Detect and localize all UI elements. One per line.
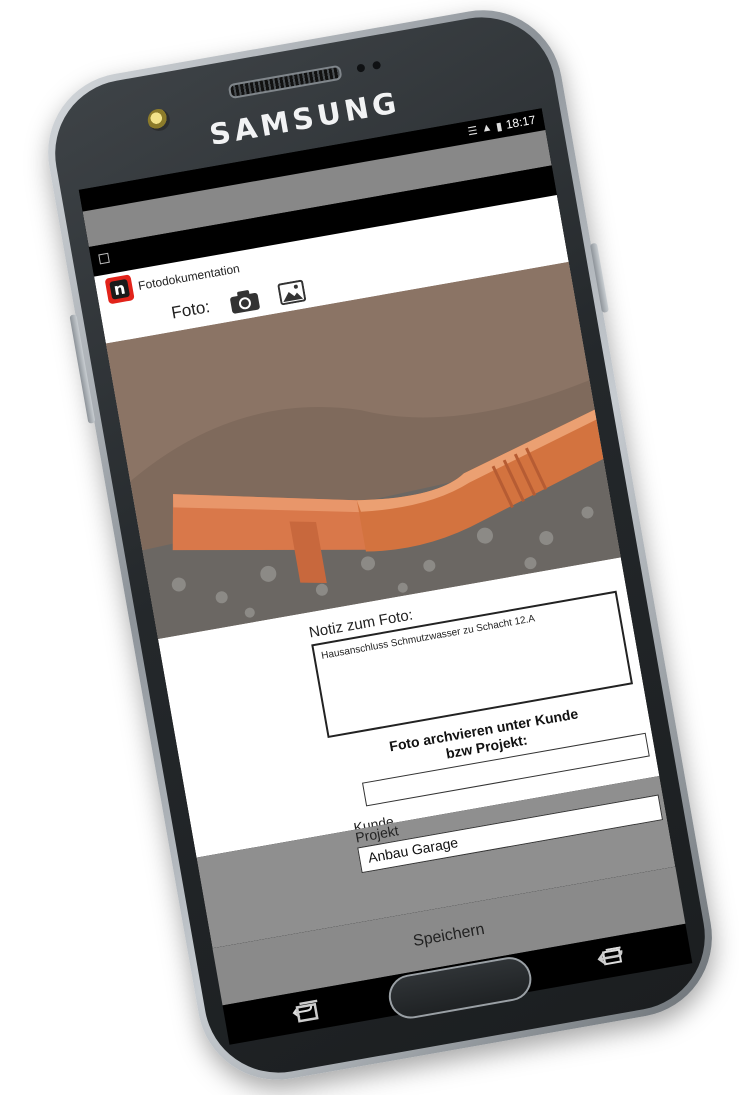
battery-icon: ▮ (495, 120, 504, 133)
photo-label: Foto: (169, 297, 212, 323)
app-title: Fotodokumentation (137, 261, 241, 293)
app-logo: n (104, 274, 135, 305)
hardware-recent-icon[interactable] (290, 997, 324, 1026)
app-content: n Fotodokumentation Foto: Notiz zum Foto… (94, 194, 676, 864)
gallery-icon[interactable] (277, 279, 306, 306)
app-logo-letter: n (109, 278, 131, 300)
signal-icon: ▲ (480, 121, 494, 135)
hardware-back-icon[interactable] (593, 944, 627, 973)
phone: SAMSUNG ☰ ▲ ▮ 18:17 n Fotodokumentation … (35, 0, 725, 1093)
notification-icon (98, 252, 110, 265)
status-time: 18:17 (504, 112, 537, 132)
stage: SAMSUNG ☰ ▲ ▮ 18:17 n Fotodokumentation … (0, 0, 739, 1095)
wifi-icon: ☰ (466, 124, 479, 138)
camera-icon[interactable] (227, 286, 261, 315)
